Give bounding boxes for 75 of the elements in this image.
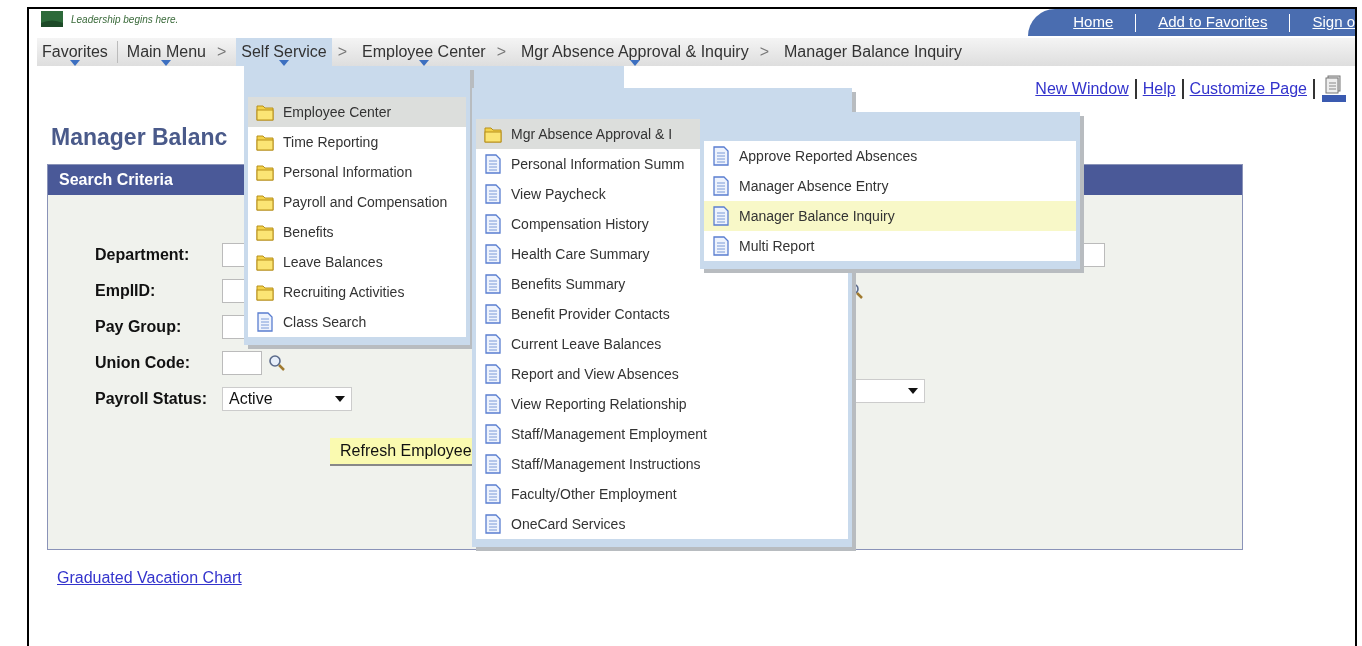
- document-icon: [484, 394, 502, 414]
- document-icon: [712, 176, 730, 196]
- folder-icon: [256, 162, 274, 182]
- document-icon: [256, 312, 274, 332]
- document-icon: [712, 146, 730, 166]
- footer-link[interactable]: Graduated Vacation Chart: [57, 568, 242, 586]
- folder-icon: [256, 282, 274, 302]
- folder-icon: [256, 192, 274, 212]
- breadcrumb-separator: >: [336, 42, 348, 62]
- page-link[interactable]: New Window: [1035, 77, 1129, 101]
- document-icon: [484, 334, 502, 354]
- input-field[interactable]: [222, 350, 262, 375]
- menu-item[interactable]: Benefits Summary: [476, 269, 848, 299]
- tagline: Leadership begins here.: [71, 13, 179, 27]
- menu-item[interactable]: Time Reporting: [248, 127, 466, 157]
- logo-icon: [41, 11, 63, 27]
- menu-item[interactable]: View Reporting Relationship: [476, 389, 848, 419]
- menu-item[interactable]: OneCard Services: [476, 509, 848, 539]
- field-label: EmplID:: [95, 280, 157, 301]
- document-icon: [484, 244, 502, 264]
- menu-item[interactable]: Class Search: [248, 307, 466, 337]
- header-link[interactable]: Home: [1073, 11, 1114, 34]
- document-icon: [484, 454, 502, 474]
- caret-icon: [69, 60, 80, 66]
- menu-item[interactable]: Leave Balances: [248, 247, 466, 277]
- document-icon: [712, 206, 730, 226]
- document-icon: [484, 154, 502, 174]
- menu-item[interactable]: Report and View Absences: [476, 359, 848, 389]
- field-label: Department:: [95, 244, 191, 265]
- document-icon: [484, 214, 502, 234]
- menu-item[interactable]: Faculty/Other Employment: [476, 479, 848, 509]
- page-title: Manager Balanc: [51, 123, 228, 152]
- document-icon: [712, 236, 730, 256]
- folder-icon: [256, 252, 274, 272]
- document-icon: [484, 364, 502, 384]
- menu-item[interactable]: Multi Report: [704, 231, 1076, 261]
- menu-item[interactable]: Employee Center: [248, 97, 466, 127]
- document-icon: [484, 274, 502, 294]
- menu-item[interactable]: Recruiting Activities: [248, 277, 466, 307]
- document-icon: [484, 514, 502, 534]
- caret-icon: [161, 60, 172, 66]
- http-link-icon[interactable]: [1321, 75, 1347, 103]
- field-label: Union Code:: [95, 352, 192, 373]
- header-link[interactable]: Add to Favorites: [1158, 11, 1268, 34]
- field-label: Payroll Status:: [95, 388, 209, 409]
- breadcrumb-item[interactable]: Self Service: [236, 38, 332, 66]
- menu-item[interactable]: Current Leave Balances: [476, 329, 848, 359]
- folder-icon: [256, 102, 274, 122]
- breadcrumb-separator: >: [215, 42, 228, 62]
- document-icon: [484, 304, 502, 324]
- menu-item[interactable]: Benefit Provider Contacts: [476, 299, 848, 329]
- folder-icon: [484, 124, 502, 144]
- caret-icon: [629, 60, 640, 66]
- breadcrumb-item[interactable]: Manager Balance Inquiry: [779, 38, 967, 66]
- breadcrumb-separator: >: [758, 42, 770, 62]
- document-icon: [484, 484, 502, 504]
- caret-icon: [908, 387, 918, 394]
- breadcrumb-separator: >: [495, 42, 507, 62]
- select-field[interactable]: Active: [222, 386, 352, 411]
- breadcrumb-item[interactable]: Main Menu: [121, 38, 211, 66]
- search-icon: [268, 353, 286, 372]
- page-link[interactable]: Help: [1142, 77, 1176, 101]
- field-label: Pay Group:: [95, 316, 183, 337]
- page-link[interactable]: Customize Page: [1189, 77, 1307, 101]
- folder-icon: [256, 222, 274, 242]
- menu-item[interactable]: Manager Balance Inquiry: [704, 201, 1076, 231]
- breadcrumb-item[interactable]: Mgr Absence Approval & Inquiry: [516, 38, 754, 66]
- header-link[interactable]: Sign o: [1312, 11, 1355, 34]
- folder-icon: [256, 132, 274, 152]
- breadcrumb-item[interactable]: Favorites: [37, 38, 113, 66]
- caret-icon: [335, 395, 345, 402]
- document-icon: [484, 184, 502, 204]
- menu-item[interactable]: Benefits: [248, 217, 466, 247]
- breadcrumb-item[interactable]: Employee Center: [357, 38, 491, 66]
- document-icon: [484, 424, 502, 444]
